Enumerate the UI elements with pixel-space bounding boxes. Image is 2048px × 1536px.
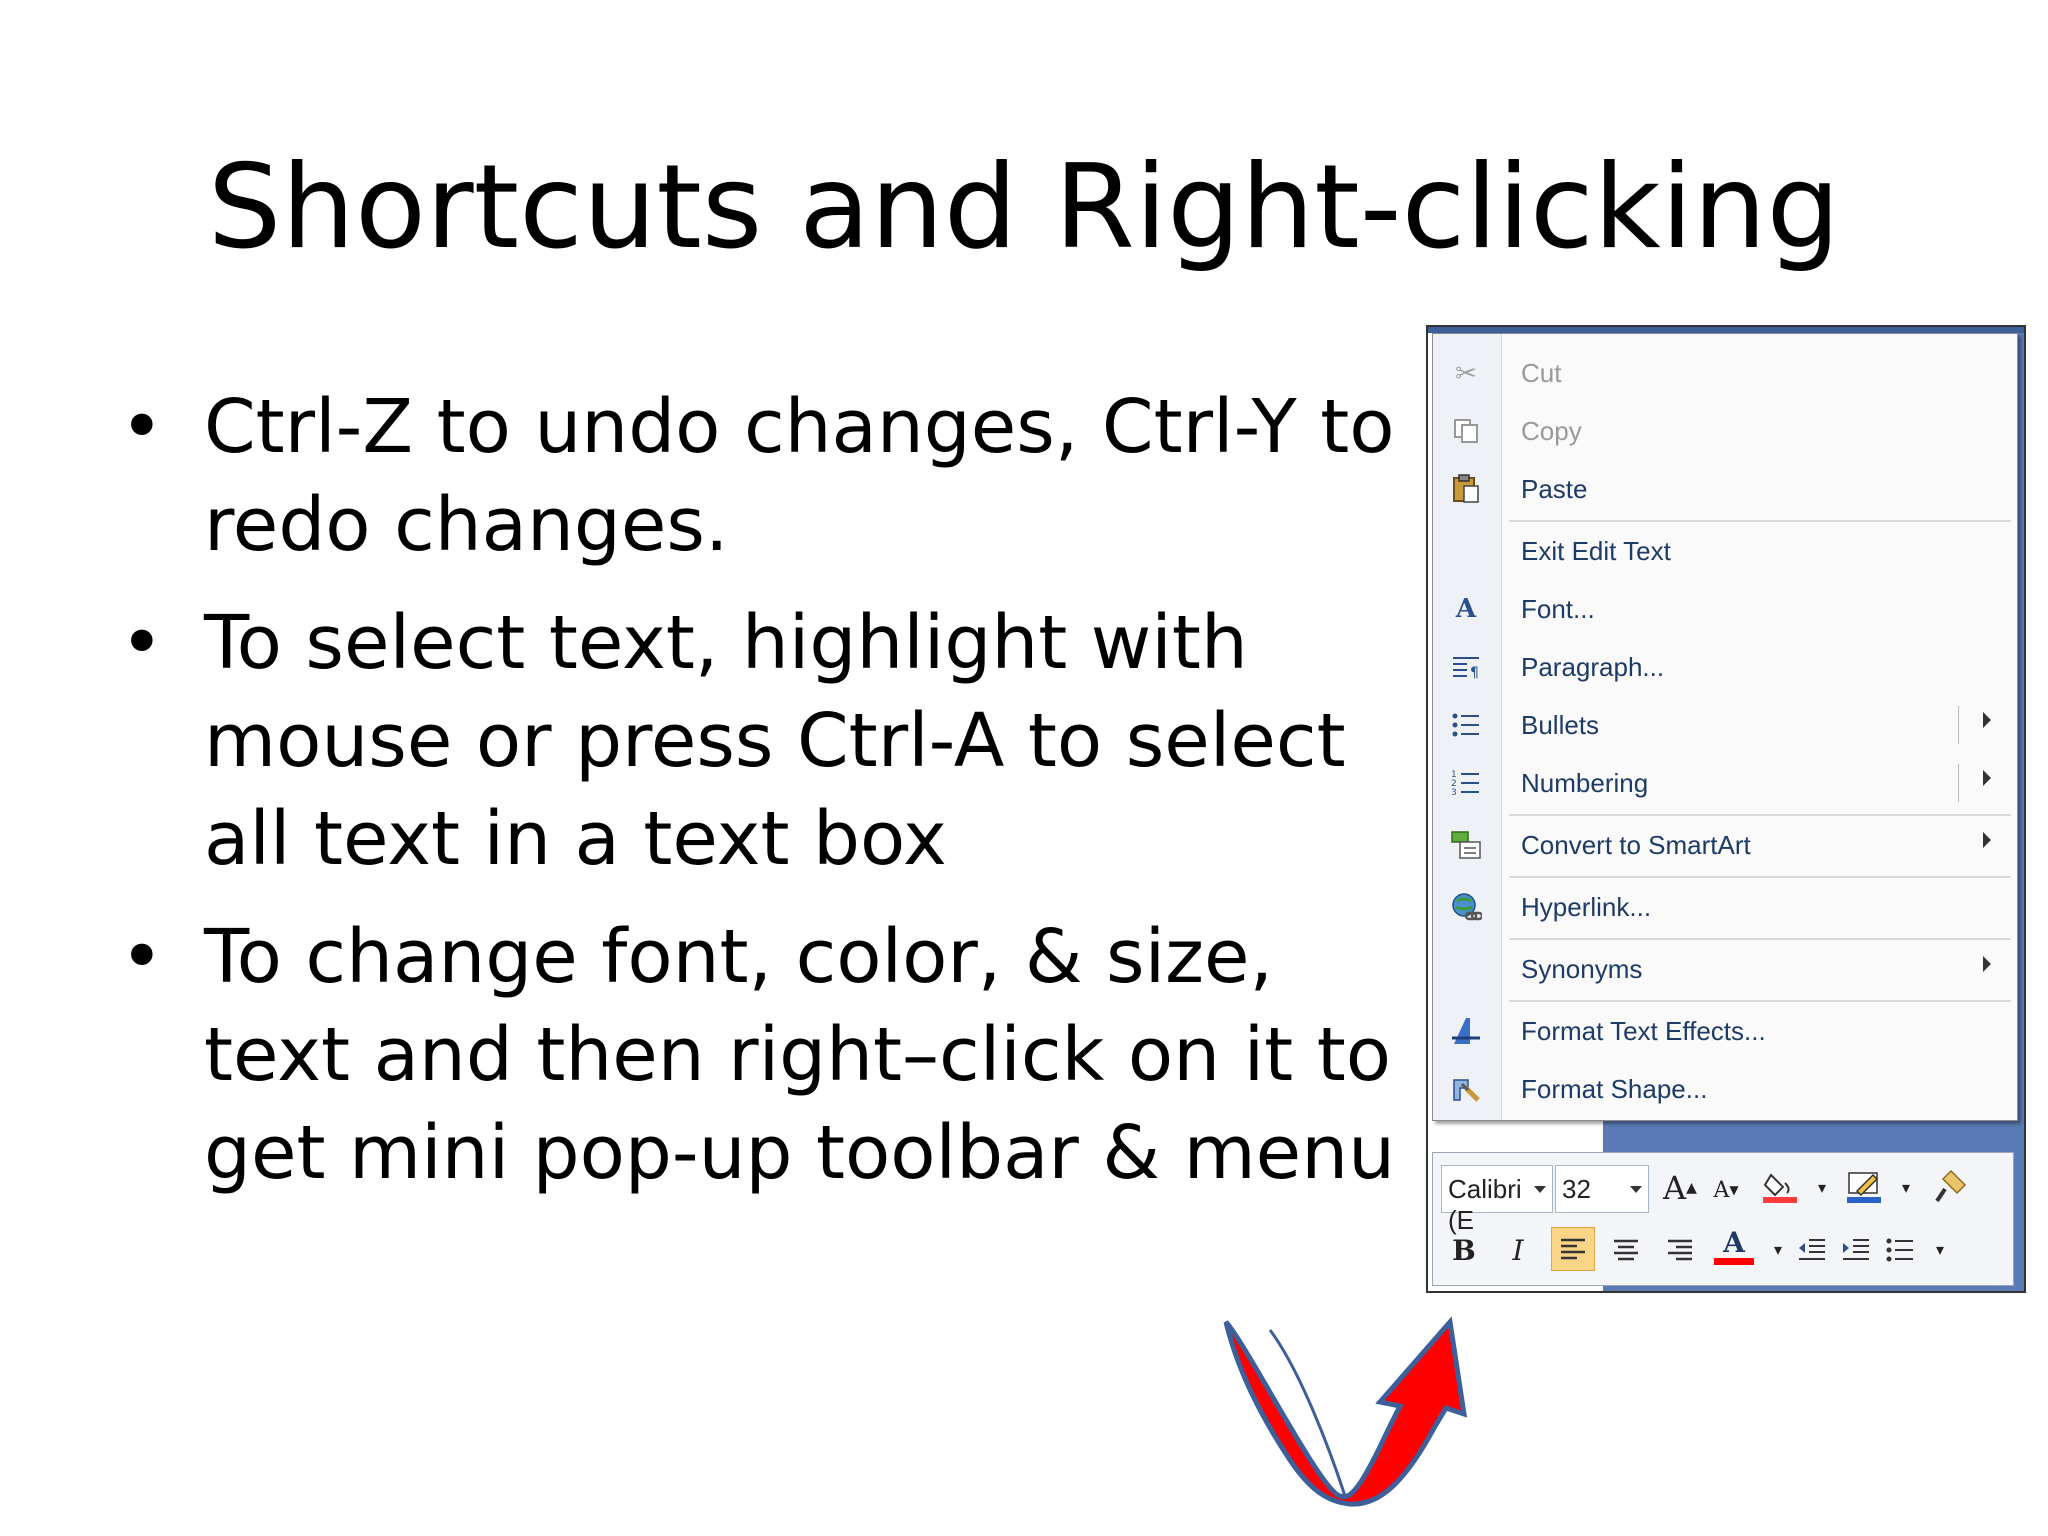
pen-color-button[interactable] [1843,1165,1885,1207]
align-left-button[interactable] [1551,1227,1595,1271]
format-painter-button[interactable] [1929,1165,1971,1207]
bullets-button[interactable] [1879,1229,1921,1271]
smartart-icon [1449,828,1483,862]
svg-text:3: 3 [1451,788,1457,797]
highlight-color-button[interactable] [1759,1165,1801,1207]
menu-item-numbering[interactable]: 123 Numbering [1433,754,2017,812]
align-center-button[interactable] [1605,1229,1647,1271]
slide-title: Shortcuts and Right-clicking [207,140,1841,275]
submenu-arrow-icon[interactable] [1983,770,1991,786]
align-left-icon [1561,1238,1585,1260]
svg-text:¶: ¶ [1470,665,1479,680]
copy-icon [1449,414,1483,448]
submenu-arrow-icon[interactable] [1983,712,1991,728]
bullet-select-text: To select text, highlight with mouse or … [120,594,1400,888]
align-right-button[interactable] [1659,1229,1701,1271]
menu-item-exit-edit-text[interactable]: Exit Edit Text [1433,522,2017,580]
increase-indent-icon [1843,1239,1869,1260]
bullet-undo-redo: Ctrl-Z to undo changes, Ctrl-Y to redo c… [120,378,1400,574]
curved-arrow-shape [1223,1316,1468,1507]
menu-item-font[interactable]: A Font... [1433,580,2017,638]
context-menu: ✂ Cut Copy Paste Exit Edit Text A Font..… [1432,333,2018,1121]
chevron-down-icon[interactable]: ▾ [1801,1167,1843,1209]
font-size-dropdown[interactable]: 32 [1555,1165,1649,1213]
menu-item-paste[interactable]: Paste [1433,460,2017,518]
chevron-down-icon[interactable]: ▾ [1885,1167,1927,1209]
shrink-font-button[interactable]: A ▼ [1705,1169,1747,1211]
menu-item-copy[interactable]: Copy [1433,402,2017,460]
menu-item-convert-smartart[interactable]: Convert to SmartArt [1433,816,2017,874]
bullet-list: Ctrl-Z to undo changes, Ctrl-Y to redo c… [120,378,1400,1222]
menu-item-format-text-effects[interactable]: Format Text Effects... [1433,1002,2017,1060]
decrease-indent-icon [1799,1239,1825,1260]
context-menu-screenshot: ✂ Cut Copy Paste Exit Edit Text A Font..… [1426,325,2026,1293]
bullet-format-text: To change font, color, & size, text and … [120,908,1400,1202]
paragraph-icon: ¶ [1449,650,1483,684]
align-right-icon [1668,1239,1692,1261]
align-center-icon [1614,1239,1638,1261]
increase-indent-button[interactable] [1835,1229,1877,1271]
menu-item-synonyms[interactable]: Synonyms [1433,940,2017,998]
grow-font-button[interactable]: A ▲ [1659,1167,1701,1209]
hyperlink-icon [1449,890,1483,924]
paintbrush-icon [1935,1169,1967,1203]
pen-icon [1847,1172,1881,1203]
bullets-icon [1886,1238,1913,1262]
font-icon: A [1455,594,1477,624]
mini-toolbar: Calibri (E 32 A ▲ A ▼ ▾ ▾ B I A ▾ ▾ [1432,1152,2014,1286]
bullets-icon [1449,708,1483,742]
numbering-icon: 123 [1449,766,1483,800]
italic-button[interactable]: I [1497,1229,1539,1271]
text-effects-icon [1449,1014,1483,1048]
clipboard-icon [1449,472,1483,506]
font-color-button[interactable]: A [1713,1225,1755,1267]
chevron-down-icon [1534,1186,1546,1193]
decrease-indent-button[interactable] [1791,1229,1833,1271]
bold-button[interactable]: B [1443,1229,1485,1271]
scissors-icon: ✂ [1455,357,1477,388]
menu-item-bullets[interactable]: Bullets [1433,696,2017,754]
menu-item-hyperlink[interactable]: Hyperlink... [1433,878,2017,936]
chevron-down-icon[interactable]: ▾ [1919,1229,1961,1271]
red-arrow [1223,1316,1468,1507]
submenu-arrow-icon [1983,956,1991,972]
menu-item-format-shape[interactable]: Format Shape... [1433,1060,2017,1118]
chevron-down-icon [1630,1186,1642,1193]
font-name-dropdown[interactable]: Calibri (E [1441,1165,1553,1235]
menu-item-cut[interactable]: ✂ Cut [1433,344,2017,402]
format-shape-icon [1449,1072,1483,1106]
menu-item-paragraph[interactable]: ¶ Paragraph... [1433,638,2017,696]
paint-bucket-icon [1763,1173,1797,1203]
submenu-arrow-icon [1983,832,1991,848]
